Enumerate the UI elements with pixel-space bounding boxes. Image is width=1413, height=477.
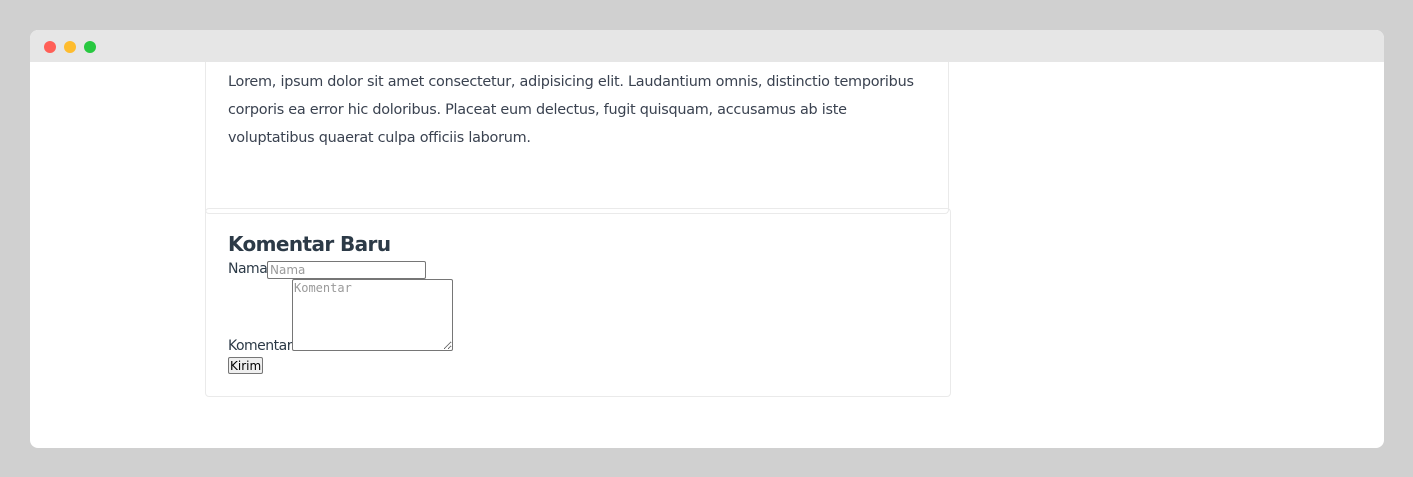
minimize-window-icon[interactable] [64,41,76,53]
post-card: Lorem, ipsum dolor sit amet consectetur,… [205,62,949,214]
comment-label: Komentar [228,338,293,354]
submit-button[interactable]: Kirim [228,357,264,374]
comment-textarea[interactable] [292,279,453,351]
maximize-window-icon[interactable] [84,41,96,53]
page-content: Lorem, ipsum dolor sit amet consectetur,… [30,62,1384,448]
post-body-text: Lorem, ipsum dolor sit amet consectetur,… [228,74,914,146]
browser-window: Lorem, ipsum dolor sit amet consectetur,… [30,30,1384,448]
comment-form-title: Komentar Baru [228,232,391,256]
window-titlebar [30,30,1384,62]
comment-card: Komentar Baru Nama Komentar Kirim [205,208,951,397]
name-input[interactable] [267,261,426,279]
name-label: Nama [228,261,268,277]
close-window-icon[interactable] [44,41,56,53]
